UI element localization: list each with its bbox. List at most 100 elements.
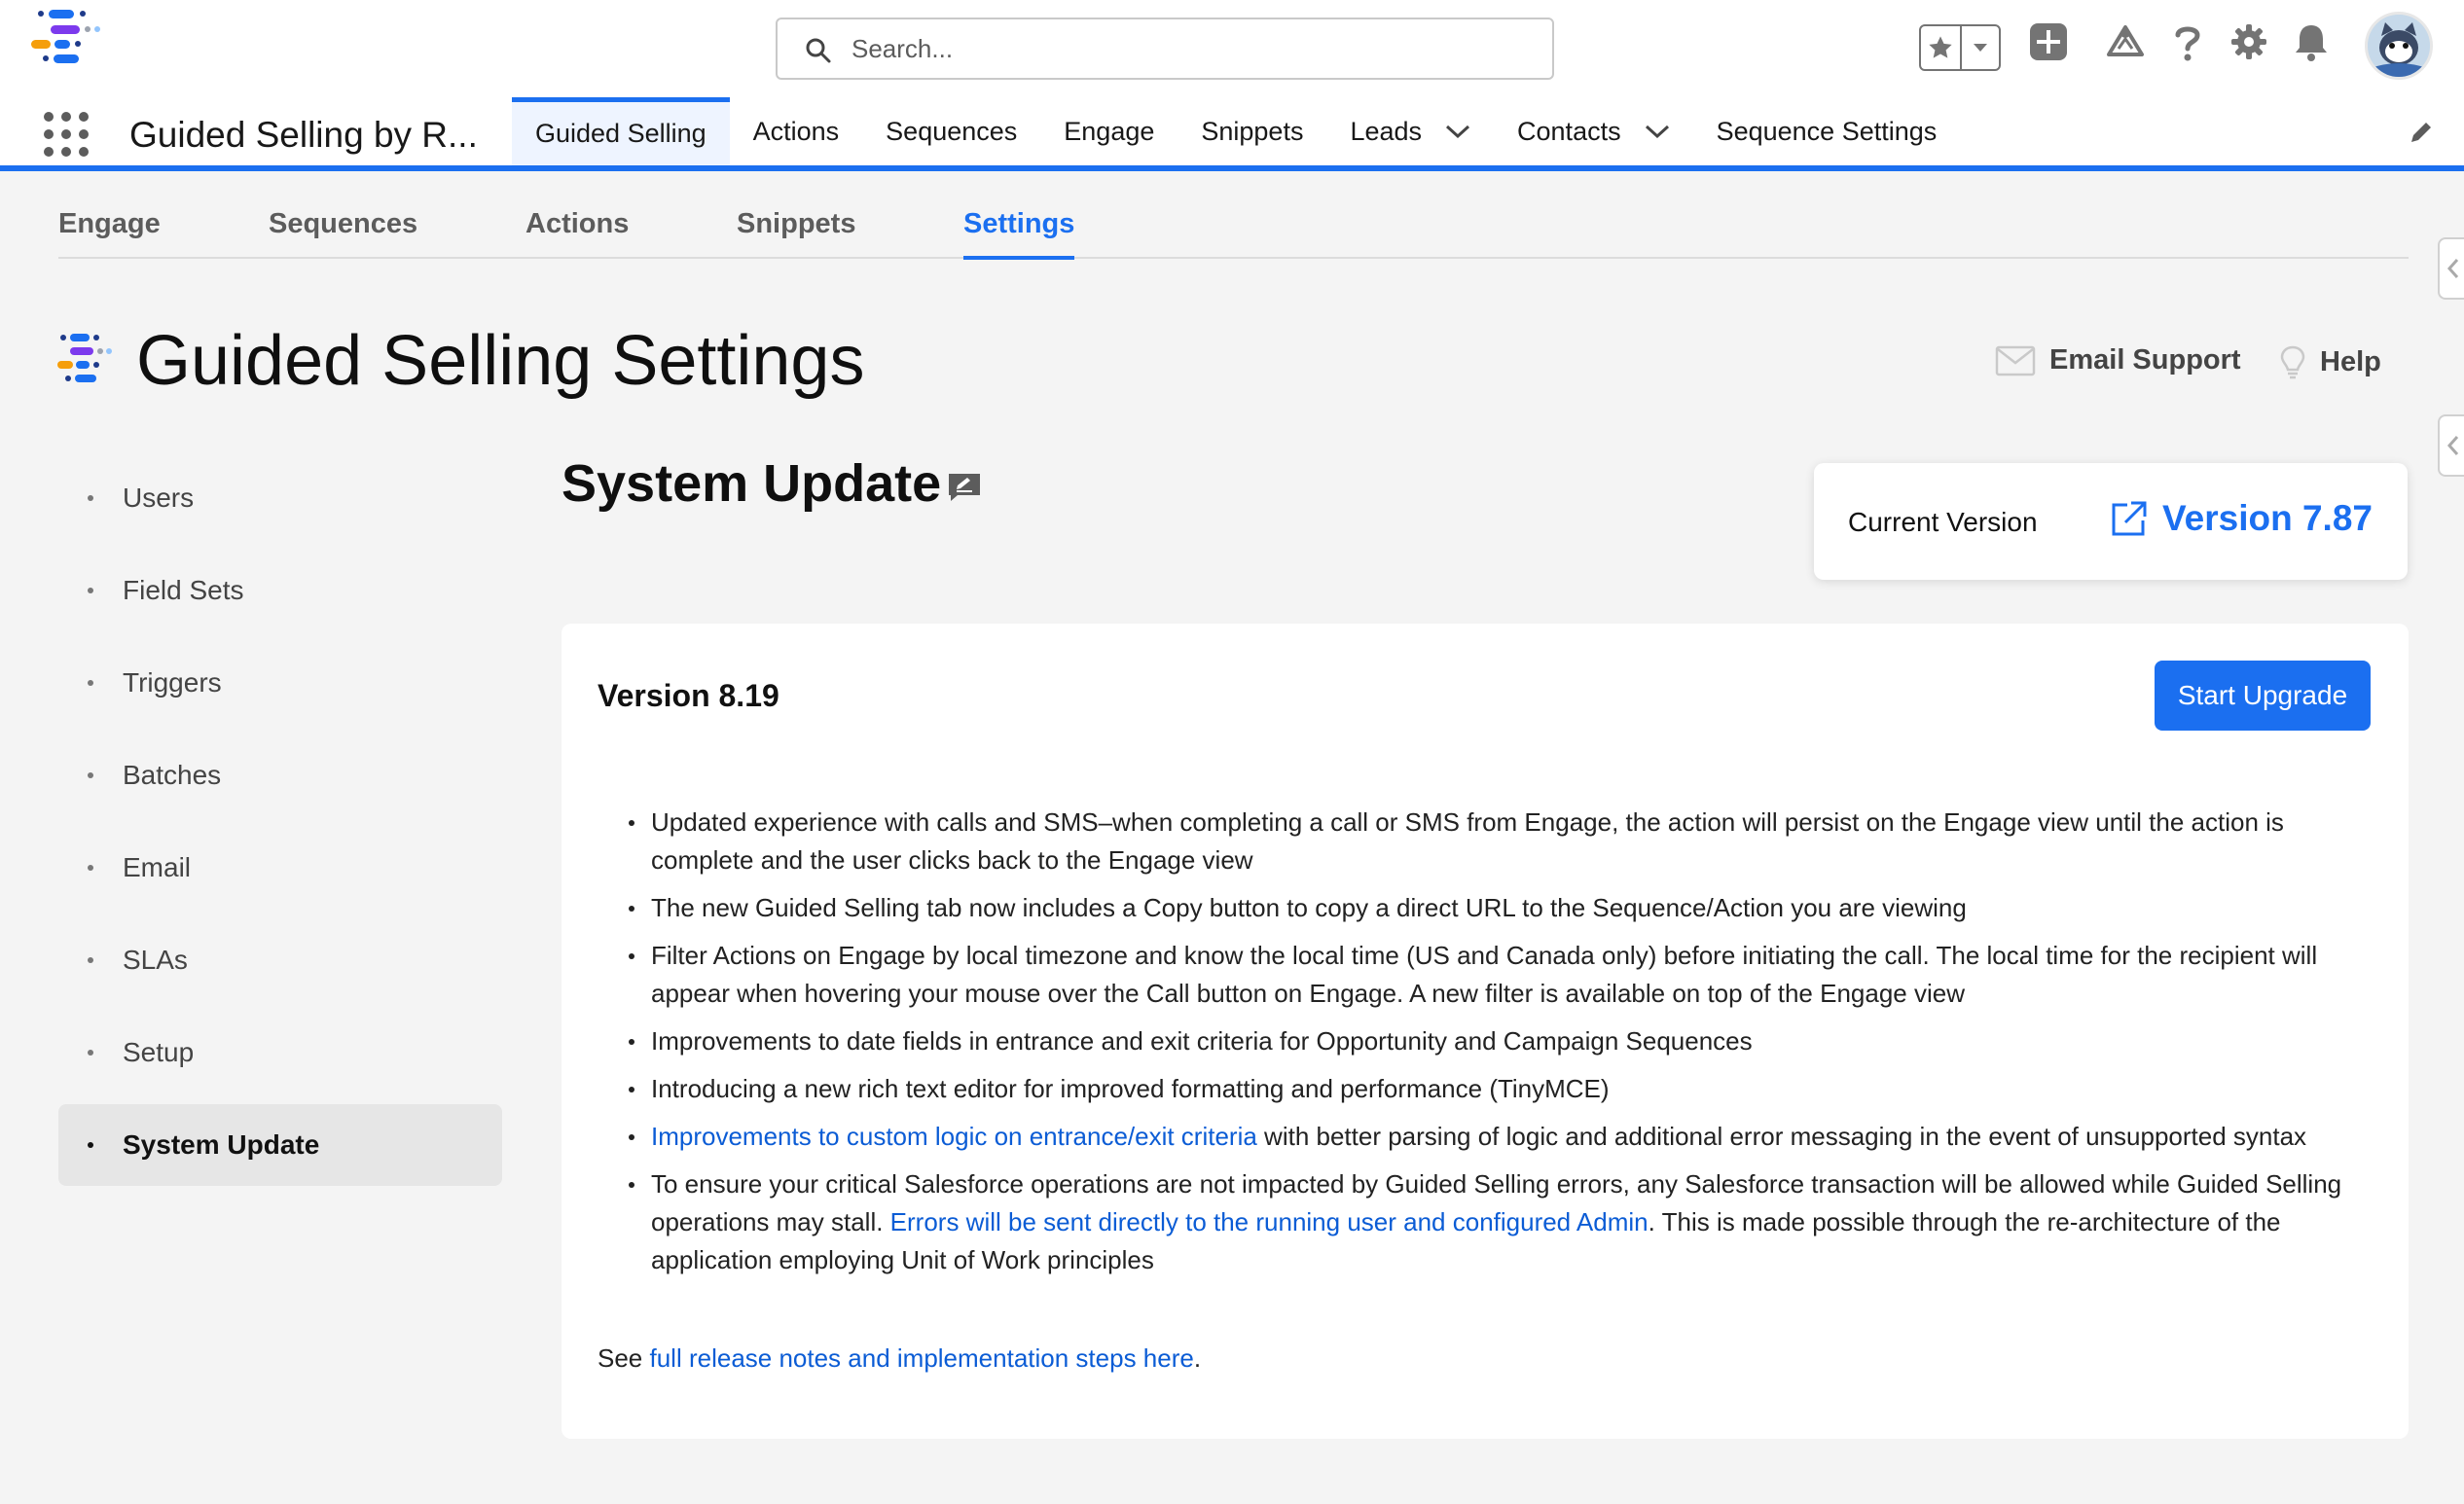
update-version-title: Version 8.19 [598, 678, 779, 713]
nav-item-email[interactable]: Email [58, 827, 502, 909]
search-icon [805, 37, 832, 69]
nav-item-label: Email [123, 852, 192, 882]
nav-item-users[interactable]: Users [58, 457, 502, 539]
app-logo[interactable] [29, 8, 117, 90]
list-item: Improvements to custom logic on entrance… [629, 1118, 2364, 1156]
see-prefix: See [598, 1343, 650, 1373]
global-header [0, 0, 2464, 97]
nav-item-batches[interactable]: Batches [58, 734, 502, 816]
current-version-label: Current Version [1848, 507, 2038, 537]
nav-item-label: Field Sets [123, 575, 244, 605]
start-upgrade-button[interactable]: Start Upgrade [2155, 661, 2371, 731]
nav-item-field-sets[interactable]: Field Sets [58, 550, 502, 631]
help-link[interactable]: Help [2279, 344, 2381, 379]
edit-nav-pencil-icon[interactable] [2408, 119, 2435, 151]
current-version-value: Version 7.87 [2162, 498, 2373, 538]
setup-gear-icon[interactable] [2228, 21, 2269, 62]
favorites-star-icon[interactable] [1921, 26, 1960, 69]
nav-tab-label: Engage [1064, 116, 1155, 146]
nav-tab-guided-selling[interactable]: Guided Selling [512, 97, 730, 165]
full-release-notes-link[interactable]: full release notes and implementation st… [650, 1343, 1194, 1373]
note-text: Updated experience with calls and SMS–wh… [651, 807, 2284, 875]
app-launcher-icon[interactable] [43, 111, 90, 158]
bullet [88, 772, 93, 778]
nav-tab-label: Snippets [1201, 116, 1304, 146]
bullet [88, 865, 93, 871]
bullet [88, 680, 93, 686]
current-version-link[interactable]: Version 7.87 [2110, 498, 2373, 539]
nav-tab-sequences[interactable]: Sequences [862, 97, 1040, 165]
list-item: Improvements to date fields in entrance … [629, 1022, 2364, 1060]
subtab-sequences[interactable]: Sequences [269, 208, 417, 256]
favorites-dropdown-icon[interactable] [1959, 26, 1999, 69]
nav-item-setup[interactable]: Setup [58, 1012, 502, 1093]
lightbulb-icon [2279, 344, 2306, 379]
nav-item-label: Users [123, 483, 195, 513]
nav-tab-leads[interactable]: Leads [1326, 97, 1494, 165]
bullet [88, 495, 93, 501]
nav-item-system-update[interactable]: System Update [58, 1104, 502, 1186]
bullet [88, 1050, 93, 1056]
nav-item-slas[interactable]: SLAs [58, 919, 502, 1001]
notifications-bell-icon[interactable] [2292, 21, 2331, 62]
favorites-group [1919, 24, 2001, 71]
bullet [88, 1142, 93, 1148]
nav-tab-label: Leads [1350, 116, 1423, 146]
section-title: System Update [562, 454, 942, 513]
bullet [88, 588, 93, 593]
app-navigation-bar: Guided Selling by R... Guided Selling Ac… [0, 97, 2464, 171]
user-avatar[interactable] [2365, 12, 2433, 80]
list-item: To ensure your critical Salesforce opera… [629, 1165, 2364, 1279]
help-icon[interactable] [2168, 21, 2207, 62]
subtab-snippets[interactable]: Snippets [737, 208, 855, 256]
help-label: Help [2320, 345, 2381, 377]
app-nav-tabs: Guided Selling Actions Sequences Engage … [512, 97, 1960, 165]
nav-tab-snippets[interactable]: Snippets [1178, 97, 1326, 165]
nav-tab-label: Guided Selling [535, 119, 707, 148]
email-support-link[interactable]: Email Support [1995, 344, 2241, 376]
nav-item-label: System Update [123, 1129, 320, 1160]
list-item: The new Guided Selling tab now includes … [629, 889, 2364, 927]
subtab-engage[interactable]: Engage [58, 208, 161, 256]
list-item: Introducing a new rich text editor for i… [629, 1070, 2364, 1108]
trailhead-icon[interactable] [2105, 21, 2146, 62]
nav-item-label: Batches [123, 760, 222, 790]
app-name: Guided Selling by R... [129, 115, 478, 155]
subtab-settings[interactable]: Settings [963, 208, 1075, 260]
bullet [88, 957, 93, 963]
errors-link[interactable]: Errors will be sent directly to the runn… [890, 1207, 1649, 1236]
nav-tab-label: Sequences [886, 116, 1018, 146]
subtab-actions[interactable]: Actions [525, 208, 629, 256]
utility-panel-handle-1[interactable] [2438, 237, 2464, 300]
search-input[interactable] [852, 29, 1533, 68]
nav-tab-label: Sequence Settings [1716, 116, 1938, 146]
nav-item-label: Setup [123, 1037, 195, 1067]
guided-selling-logo-icon [56, 333, 119, 398]
nav-tab-label: Contacts [1517, 116, 1621, 146]
chevron-down-icon[interactable] [1445, 124, 1470, 139]
email-support-label: Email Support [2049, 344, 2241, 376]
release-notes-line: See full release notes and implementatio… [598, 1343, 1201, 1374]
external-link-icon [2110, 499, 2149, 538]
feedback-icon[interactable] [946, 471, 983, 509]
nav-item-triggers[interactable]: Triggers [58, 642, 502, 724]
nav-tab-sequence-settings[interactable]: Sequence Settings [1693, 97, 1961, 165]
list-item: Updated experience with calls and SMS–wh… [629, 804, 2364, 879]
nav-item-label: SLAs [123, 945, 188, 975]
nav-tab-actions[interactable]: Actions [730, 97, 863, 165]
see-suffix: . [1193, 1343, 1202, 1373]
note-text: with better parsing of logic and additio… [1256, 1122, 2307, 1151]
nav-tab-contacts[interactable]: Contacts [1494, 97, 1693, 165]
list-item: Filter Actions on Engage by local timezo… [629, 937, 2364, 1013]
global-add-icon[interactable] [2028, 21, 2069, 62]
utility-panel-handle-2[interactable] [2438, 414, 2464, 477]
chevron-down-icon[interactable] [1645, 124, 1670, 139]
note-text: Introducing a new rich text editor for i… [651, 1074, 1610, 1103]
nav-tab-engage[interactable]: Engage [1040, 97, 1178, 165]
note-text: The new Guided Selling tab now includes … [651, 893, 1967, 922]
global-search[interactable] [776, 18, 1554, 80]
settings-subtabs: Engage Sequences Actions Snippets Settin… [58, 195, 2409, 260]
custom-logic-link[interactable]: Improvements to custom logic on entrance… [651, 1122, 1257, 1151]
note-text: Filter Actions on Engage by local timezo… [651, 941, 2318, 1008]
page-title: Guided Selling Settings [136, 322, 865, 400]
